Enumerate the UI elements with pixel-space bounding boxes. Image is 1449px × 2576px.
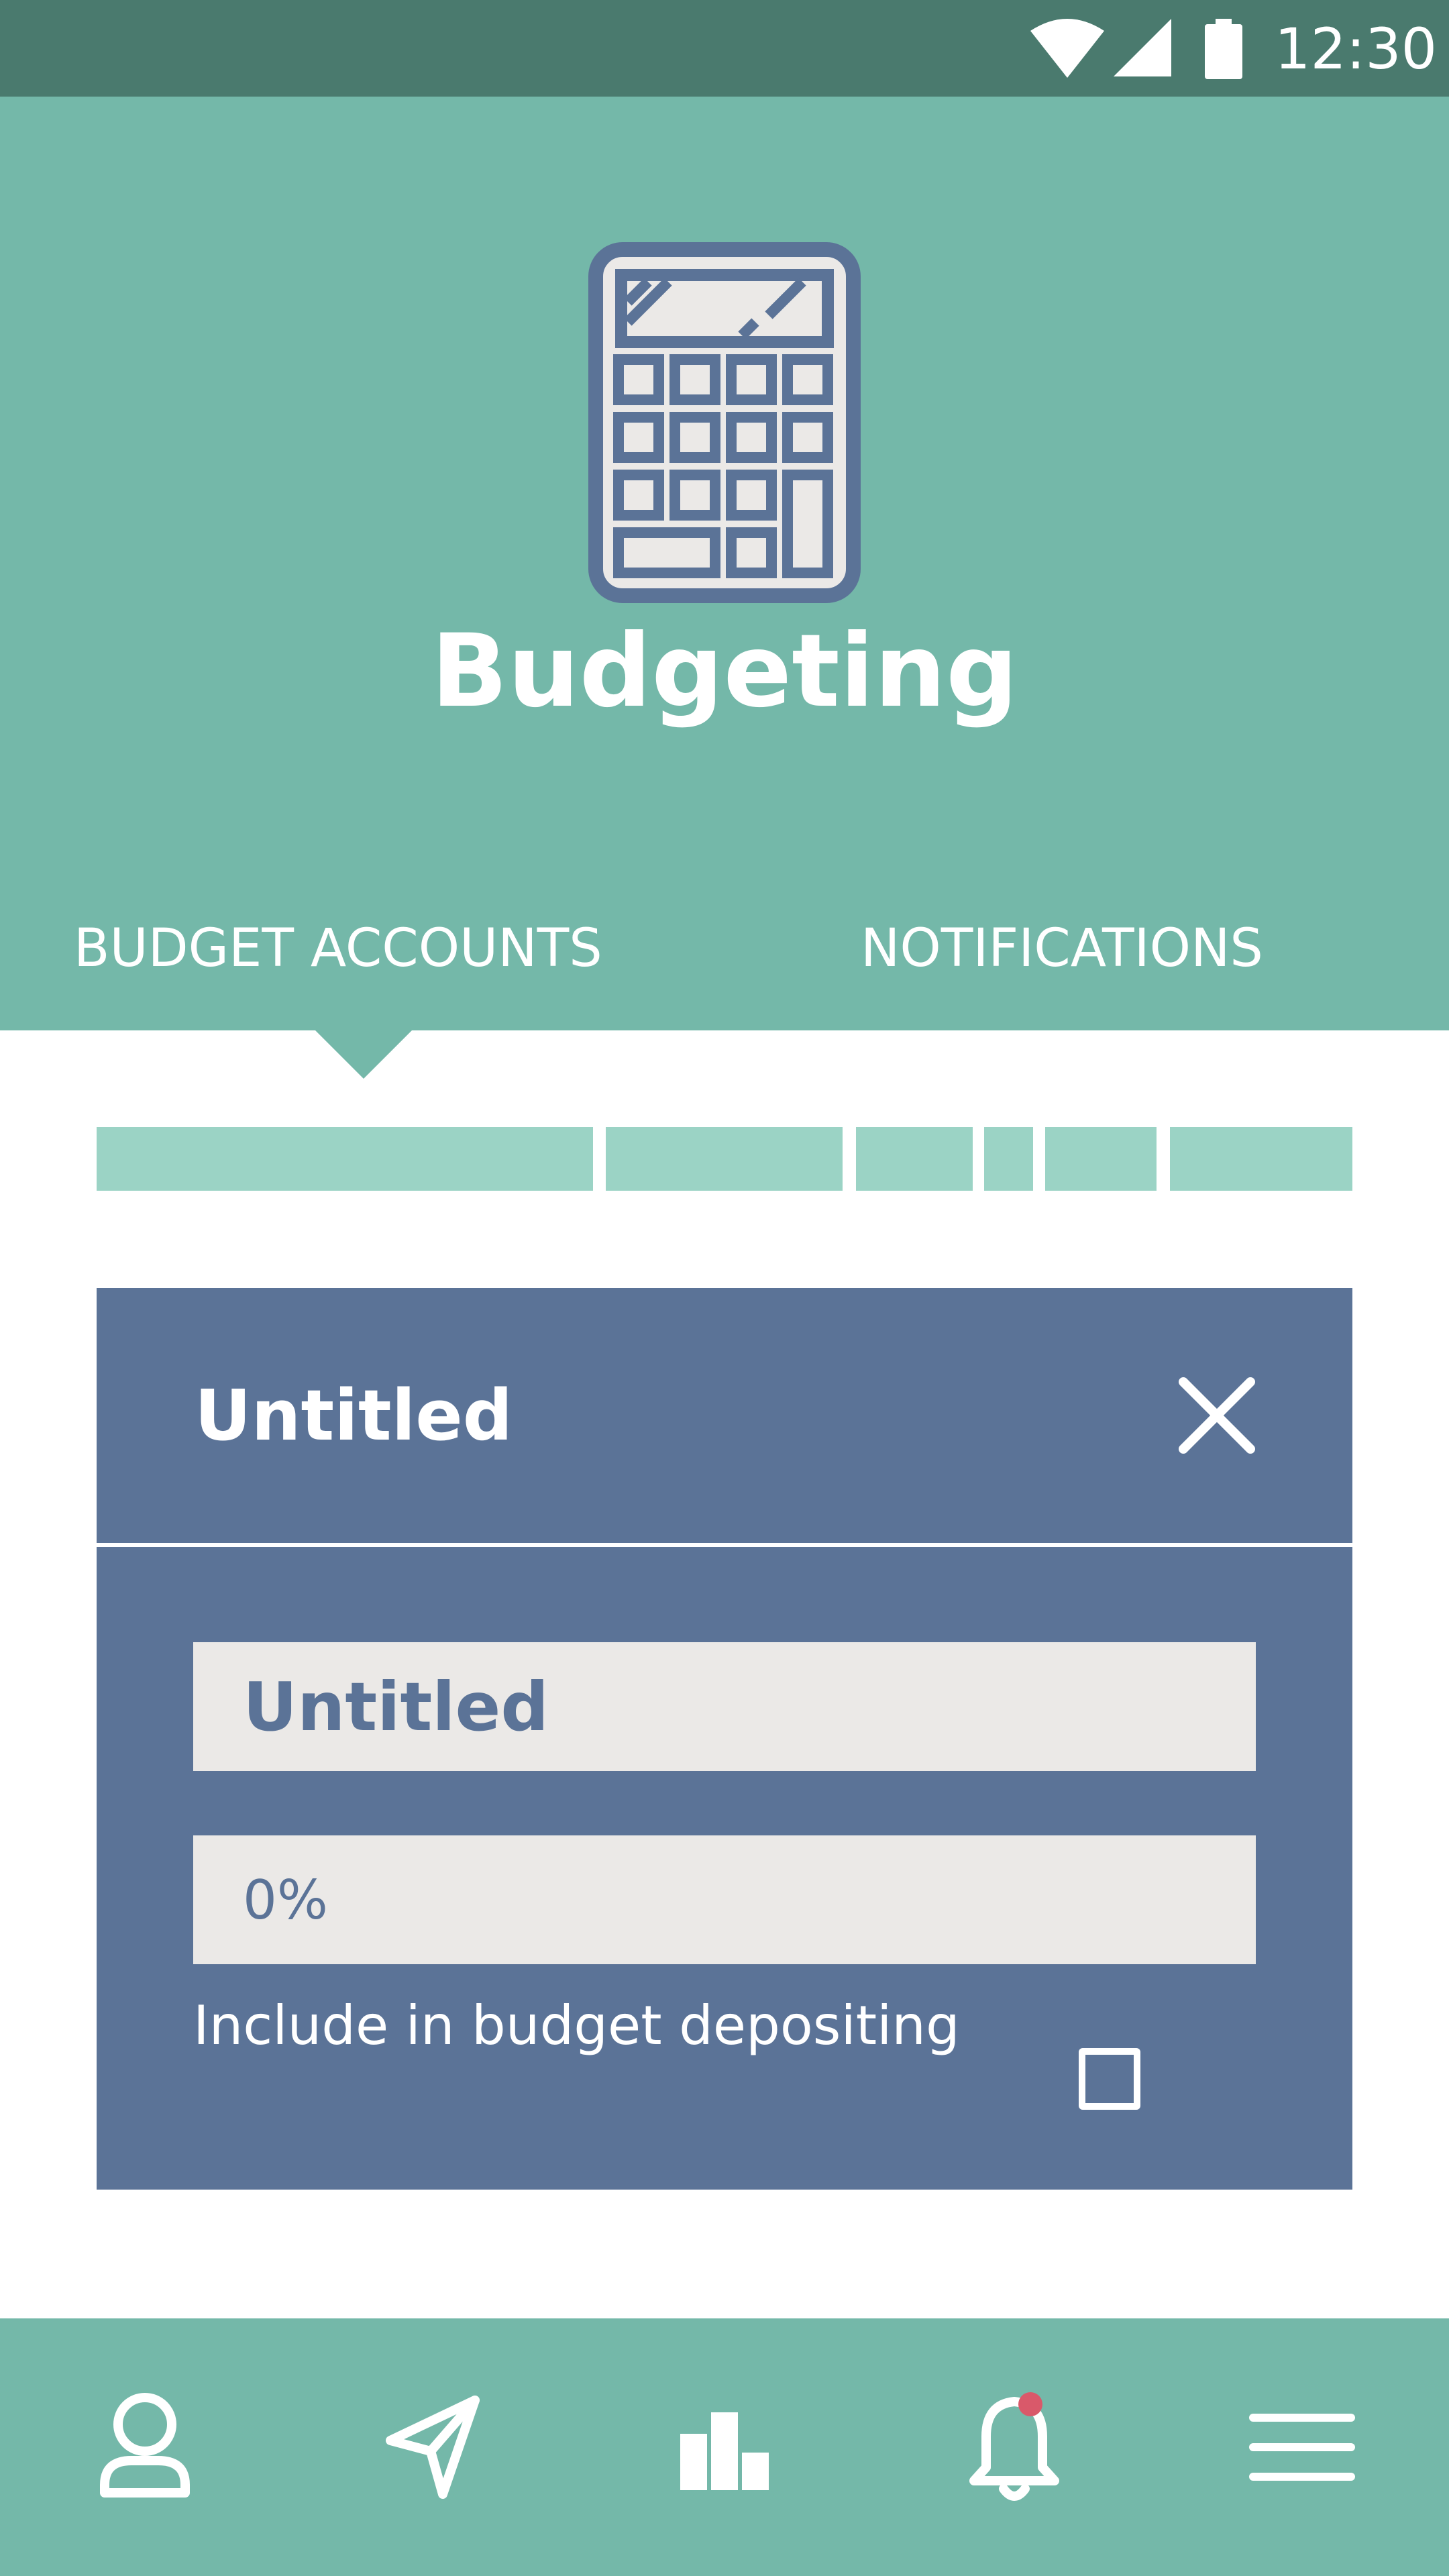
- nav-profile-button[interactable]: [78, 2367, 212, 2528]
- percentage-input[interactable]: [193, 1835, 1256, 1964]
- menu-icon: [1249, 2414, 1355, 2481]
- allocation-segment: [856, 1127, 973, 1191]
- include-in-depositing-checkbox[interactable]: [1079, 2048, 1140, 2110]
- tab-notifications[interactable]: NOTIFICATIONS: [861, 915, 1263, 982]
- bar-chart-icon: [680, 2412, 769, 2490]
- account-card: Untitled Include in budget depositing: [97, 1288, 1352, 2190]
- bell-icon: [969, 2392, 1059, 2501]
- allocation-segment: [984, 1127, 1033, 1191]
- app-header: Budgeting BUDGET ACCOUNTS NOTIFICATIONS: [0, 97, 1449, 1030]
- battery-icon: [1205, 19, 1242, 79]
- allocation-segment: [97, 1127, 593, 1191]
- selected-tab-indicator: [314, 1029, 413, 1079]
- close-icon: [1179, 1377, 1255, 1454]
- bottom-navigation: [0, 2318, 1449, 2576]
- cell-signal-icon: [1114, 19, 1171, 76]
- nav-stats-button[interactable]: [657, 2367, 792, 2528]
- allocation-segment: [606, 1127, 843, 1191]
- nav-notifications-button[interactable]: [947, 2367, 1081, 2528]
- include-in-depositing-label: Include in budget depositing: [193, 1994, 960, 2057]
- notification-badge: [1018, 2392, 1042, 2416]
- card-title: Untitled: [195, 1375, 513, 1456]
- status-bar: 12:30: [0, 0, 1449, 97]
- user-icon: [100, 2393, 190, 2498]
- allocation-segment: [1170, 1127, 1352, 1191]
- wifi-icon: [1030, 19, 1104, 78]
- close-button[interactable]: [1170, 1368, 1264, 1462]
- nav-menu-button[interactable]: [1237, 2367, 1371, 2528]
- calculator-icon: [588, 242, 861, 603]
- allocation-segment: [1045, 1127, 1157, 1191]
- page-title: Budgeting: [431, 613, 1018, 730]
- tab-budget-accounts[interactable]: BUDGET ACCOUNTS: [74, 915, 602, 982]
- clock: 12:30: [1275, 16, 1438, 82]
- card-divider: [97, 1543, 1352, 1547]
- send-icon: [386, 2396, 480, 2499]
- nav-send-button[interactable]: [368, 2367, 502, 2528]
- account-name-input[interactable]: [193, 1642, 1256, 1771]
